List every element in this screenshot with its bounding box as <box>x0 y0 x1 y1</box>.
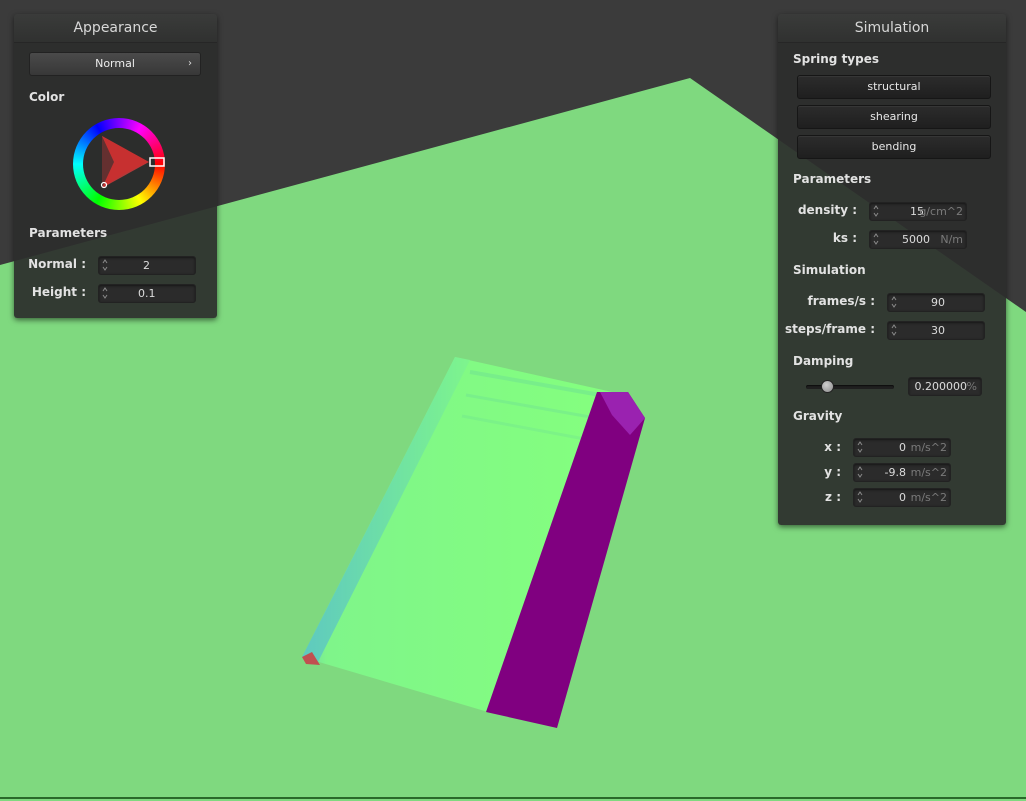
bending-button[interactable]: bending <box>797 135 991 159</box>
appearance-parameters-label: Parameters <box>29 226 108 240</box>
damping-value: 0.200000 <box>914 380 968 393</box>
damping-slider-track <box>806 385 894 389</box>
simulation-panel: Simulation Spring types structural shear… <box>778 14 1006 525</box>
simulation-section-label: Simulation <box>793 263 866 277</box>
damping-unit: % <box>966 380 977 393</box>
gravity-y-label: y : <box>824 465 841 479</box>
spinner-icon[interactable] <box>857 465 863 479</box>
gravity-x-label: x : <box>824 440 841 454</box>
shader-select-value: Normal <box>95 57 135 70</box>
frames-per-second-input[interactable]: 90 <box>887 293 985 312</box>
ks-label: ks : <box>832 231 857 245</box>
normal-input[interactable]: 2 <box>98 256 196 275</box>
gravity-z-label: z : <box>825 490 841 504</box>
color-wheel[interactable] <box>69 114 169 214</box>
gravity-y-unit: m/s^2 <box>910 466 947 479</box>
normal-value: 2 <box>143 259 150 272</box>
spinner-icon[interactable] <box>857 440 863 454</box>
frames-per-second-value: 90 <box>931 296 945 309</box>
steps-per-frame-value: 30 <box>931 324 945 337</box>
frames-per-second-label: frames/s : <box>807 294 875 308</box>
spinner-icon[interactable] <box>873 232 879 246</box>
spinner-icon[interactable] <box>891 295 897 309</box>
spinner-icon[interactable] <box>891 323 897 337</box>
sim-parameters-label: Parameters <box>793 172 872 186</box>
gravity-x-input[interactable]: 0 m/s^2 <box>853 438 951 457</box>
shearing-button[interactable]: shearing <box>797 105 991 129</box>
height-input[interactable]: 0.1 <box>98 284 196 303</box>
spinner-icon[interactable] <box>102 286 108 300</box>
spinner-icon[interactable] <box>873 204 879 218</box>
structural-button[interactable]: structural <box>797 75 991 99</box>
shader-select[interactable]: Normal › <box>29 52 201 76</box>
simulation-panel-title: Simulation <box>778 14 1006 43</box>
gravity-x-unit: m/s^2 <box>910 441 947 454</box>
damping-slider[interactable] <box>806 380 896 394</box>
damping-slider-knob[interactable] <box>821 380 835 393</box>
steps-per-frame-input[interactable]: 30 <box>887 321 985 340</box>
damping-label: Damping <box>793 354 854 368</box>
height-value: 0.1 <box>138 287 156 300</box>
ks-input[interactable]: 5000 N/m <box>869 230 967 249</box>
ks-value: 5000 <box>902 233 930 246</box>
gravity-z-input[interactable]: 0 m/s^2 <box>853 488 951 507</box>
appearance-panel-title: Appearance <box>14 14 217 43</box>
color-label: Color <box>29 90 65 104</box>
density-input[interactable]: 15 g/cm^2 <box>869 202 967 221</box>
gravity-y-value: -9.8 <box>884 466 906 479</box>
spinner-icon[interactable] <box>102 258 108 272</box>
spinner-icon[interactable] <box>857 490 863 504</box>
damping-input[interactable]: 0.200000 % <box>908 377 982 396</box>
appearance-panel: Appearance Normal › Color Parameters Nor… <box>14 14 217 318</box>
gravity-y-input[interactable]: -9.8 m/s^2 <box>853 463 951 482</box>
ks-unit: N/m <box>940 233 963 246</box>
chevron-right-icon: › <box>188 58 192 69</box>
gravity-z-value: 0 <box>899 491 906 504</box>
spring-types-label: Spring types <box>793 52 880 66</box>
steps-per-frame-label: steps/frame : <box>785 322 875 336</box>
normal-label: Normal : <box>28 257 86 271</box>
gravity-z-unit: m/s^2 <box>910 491 947 504</box>
height-label: Height : <box>31 285 86 299</box>
density-unit: g/cm^2 <box>919 205 963 218</box>
gravity-x-value: 0 <box>899 441 906 454</box>
gravity-label: Gravity <box>793 409 843 423</box>
density-label: density : <box>797 203 857 217</box>
